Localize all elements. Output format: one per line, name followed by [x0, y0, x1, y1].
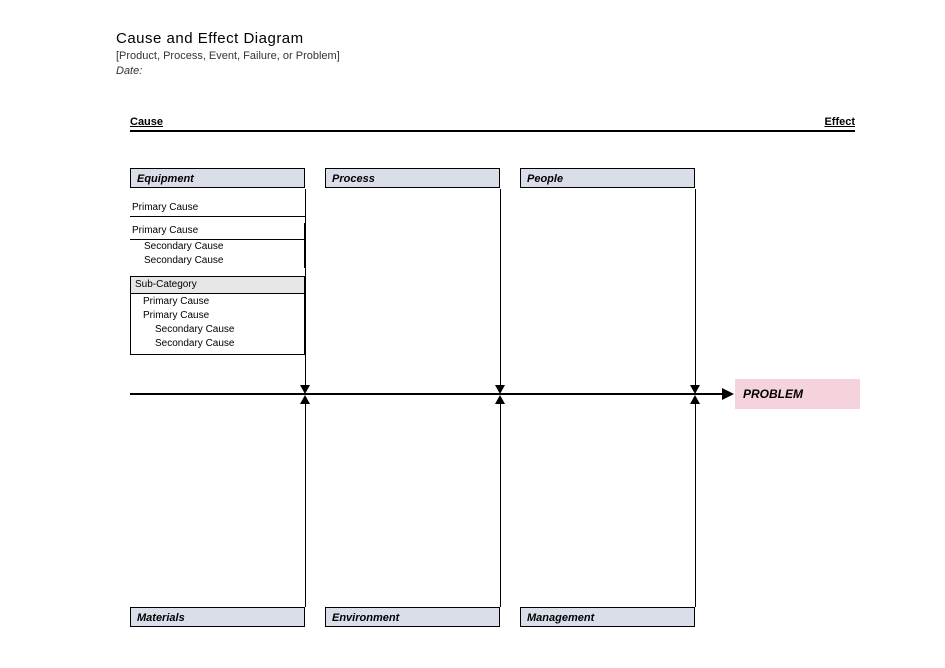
stem-management	[695, 397, 696, 607]
category-equipment: Equipment	[130, 168, 305, 188]
category-environment: Environment	[325, 607, 500, 627]
spine-line	[130, 393, 725, 395]
primary-cause-row: Primary Cause	[130, 223, 304, 240]
subcategory-body: Primary Cause Primary Cause Secondary Ca…	[131, 294, 304, 354]
stem-materials	[305, 397, 306, 607]
diagram-subtitle: [Product, Process, Event, Failure, or Pr…	[116, 50, 340, 62]
secondary-cause-row: Secondary Cause	[135, 323, 300, 337]
category-people: People	[520, 168, 695, 188]
primary-cause-row: Primary Cause	[135, 309, 300, 323]
category-management: Management	[520, 607, 695, 627]
primary-cause-row: Primary Cause	[135, 295, 300, 309]
category-materials: Materials	[130, 607, 305, 627]
stem-environment	[500, 397, 501, 607]
stem-people	[695, 189, 696, 392]
subcategory-header: Sub-Category	[131, 277, 304, 294]
cause-heading: Cause	[130, 116, 163, 128]
stem-equipment	[305, 189, 306, 392]
effect-heading: Effect	[824, 116, 855, 128]
cause-effect-diagram: Cause and Effect Diagram [Product, Proce…	[0, 0, 945, 668]
arrowhead-right-icon	[722, 388, 734, 400]
arrowhead-up-icon	[495, 395, 505, 404]
date-label: Date:	[116, 65, 142, 77]
arrowhead-up-icon	[300, 395, 310, 404]
problem-box: PROBLEM	[735, 379, 860, 409]
arrowhead-up-icon	[690, 395, 700, 404]
secondary-cause-row: Secondary Cause	[130, 254, 304, 268]
diagram-title: Cause and Effect Diagram	[116, 30, 304, 47]
subcategory-group: Sub-Category Primary Cause Primary Cause…	[130, 276, 305, 355]
secondary-cause-row: Secondary Cause	[135, 337, 300, 351]
secondary-cause-row: Secondary Cause	[130, 240, 304, 254]
equipment-causes-block: Primary Cause Primary Cause Secondary Ca…	[130, 200, 305, 355]
primary-cause-group: Primary Cause Secondary Cause Secondary …	[130, 223, 305, 268]
cause-effect-header: Cause Effect	[130, 112, 855, 132]
primary-cause-row: Primary Cause	[130, 200, 305, 217]
stem-process	[500, 189, 501, 392]
category-process: Process	[325, 168, 500, 188]
